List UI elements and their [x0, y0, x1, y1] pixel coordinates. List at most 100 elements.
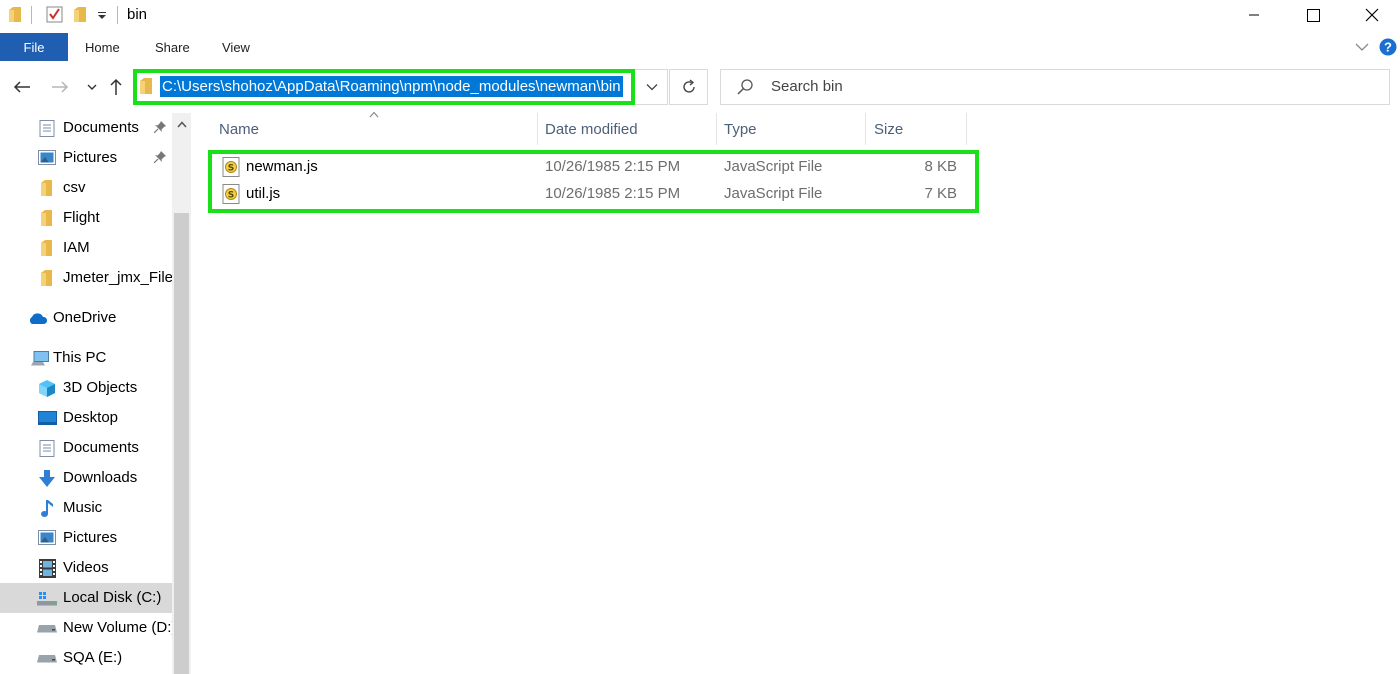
customize-qat-icon[interactable] — [97, 10, 107, 20]
title-bar: bin — [0, 0, 1400, 30]
sidebar-item-local-disk-c[interactable]: Local Disk (C:) — [0, 583, 172, 613]
arrow-left-icon — [13, 81, 30, 93]
local-disk-icon — [37, 592, 57, 606]
address-dropdown-button[interactable] — [636, 69, 668, 105]
arrow-up-icon — [110, 78, 122, 95]
arrow-right-icon — [52, 81, 69, 93]
folder-icon — [9, 7, 21, 22]
sidebar-item-label: Flight — [63, 209, 100, 226]
documents-icon — [39, 120, 55, 137]
sidebar-item-pictures-pc[interactable]: Pictures — [0, 523, 172, 553]
sidebar-item-new-volume-d[interactable]: New Volume (D:) — [0, 613, 172, 643]
ribbon: File Home Share View ? — [0, 33, 1400, 61]
forward-button[interactable] — [48, 75, 72, 99]
sidebar-item-music[interactable]: Music — [0, 493, 172, 523]
sidebar-item-this-pc[interactable]: This PC — [0, 343, 172, 373]
sidebar-item-csv[interactable]: csv — [0, 173, 172, 203]
sidebar-item-label: Desktop — [63, 409, 119, 426]
maximize-button[interactable] — [1290, 0, 1336, 30]
sidebar-item-label: Videos — [63, 559, 109, 576]
scroll-thumb[interactable] — [174, 213, 189, 674]
sidebar-item-label: Downloads — [63, 469, 138, 486]
sidebar-item-label: SQA (E:) — [63, 649, 123, 666]
sidebar-item-label: Jmeter_jmx_Files — [63, 269, 172, 286]
onedrive-icon — [29, 313, 48, 324]
column-header-name[interactable]: Name — [211, 113, 537, 145]
sidebar-item-flight[interactable]: Flight — [0, 203, 172, 233]
folder-icon — [41, 210, 52, 226]
close-button[interactable] — [1349, 0, 1395, 30]
sidebar-item-label: OneDrive — [53, 309, 117, 326]
sidebar-item-documents-pc[interactable]: Documents — [0, 433, 172, 463]
sidebar-item-label: Local Disk (C:) — [63, 589, 162, 606]
videos-icon — [39, 559, 56, 578]
up-button[interactable] — [104, 75, 128, 99]
files-highlight-box — [208, 150, 979, 213]
sidebar-item-label: This PC — [53, 349, 107, 366]
address-highlight-box — [133, 69, 635, 105]
column-divider[interactable] — [966, 113, 967, 145]
scroll-up-button[interactable] — [172, 113, 191, 135]
sidebar-item-onedrive[interactable]: OneDrive — [0, 303, 172, 333]
documents-icon — [39, 440, 55, 457]
sidebar-item-label: Pictures — [63, 529, 118, 546]
chevron-down-icon — [646, 84, 658, 91]
pin-icon — [154, 121, 166, 133]
separator — [31, 6, 32, 24]
sidebar-item-label: New Volume (D:) — [63, 619, 172, 636]
sidebar-item-iam[interactable]: IAM — [0, 233, 172, 263]
sidebar-item-label: Documents — [63, 119, 139, 136]
sidebar-item-label: csv — [63, 179, 86, 196]
folder-icon — [41, 180, 52, 196]
maximize-icon — [1306, 8, 1320, 22]
sidebar-item-label: Documents — [63, 439, 139, 456]
refresh-icon — [682, 79, 695, 93]
3d-objects-icon — [39, 380, 55, 397]
sidebar-item-3d-objects[interactable]: 3D Objects — [0, 373, 172, 403]
sidebar-item-label: Pictures — [63, 149, 118, 166]
folder-icon — [41, 270, 52, 286]
tab-home[interactable]: Home — [85, 40, 120, 55]
back-button[interactable] — [10, 75, 34, 99]
refresh-button[interactable] — [669, 69, 708, 105]
expand-ribbon-icon[interactable] — [1355, 42, 1369, 52]
drive-icon — [37, 655, 57, 663]
separator — [117, 6, 118, 24]
search-placeholder[interactable]: Search bin — [771, 78, 843, 95]
pin-icon — [154, 151, 166, 163]
sidebar-item-documents[interactable]: Documents — [0, 113, 172, 143]
sidebar-item-downloads[interactable]: Downloads — [0, 463, 172, 493]
window-title: bin — [127, 6, 148, 23]
sidebar-item-label: 3D Objects — [63, 379, 138, 396]
chevron-down-icon — [87, 84, 97, 90]
help-icon[interactable]: ? — [1379, 38, 1397, 56]
sidebar-item-desktop[interactable]: Desktop — [0, 403, 172, 433]
minimize-icon — [1249, 14, 1259, 16]
sidebar-item-label: IAM — [63, 239, 90, 256]
properties-icon[interactable] — [46, 6, 63, 23]
recent-locations-button[interactable] — [80, 75, 104, 99]
folder-icon — [41, 240, 52, 256]
computer-icon — [31, 351, 49, 366]
new-folder-icon[interactable] — [74, 7, 86, 22]
minimize-button[interactable] — [1231, 0, 1277, 30]
chevron-up-icon — [176, 120, 187, 127]
column-header-type[interactable]: Type — [717, 113, 865, 145]
column-header-date-modified[interactable]: Date modified — [538, 113, 716, 145]
sidebar-item-videos[interactable]: Videos — [0, 553, 172, 583]
navigation-pane: Documents Pictures csv Flight IAM Jmeter… — [0, 113, 172, 674]
sidebar-item-sqa-e[interactable]: SQA (E:) — [0, 643, 172, 673]
column-header-size[interactable]: Size — [866, 113, 966, 145]
search-icon — [737, 79, 753, 95]
sidebar-item-jmeter-jmx-files[interactable]: Jmeter_jmx_Files — [0, 263, 172, 293]
desktop-icon — [38, 411, 57, 425]
close-icon — [1365, 8, 1379, 22]
sidebar-item-pictures[interactable]: Pictures — [0, 143, 172, 173]
drive-icon — [37, 625, 57, 633]
tab-view[interactable]: View — [222, 40, 250, 55]
sidebar-item-label: Music — [63, 499, 103, 516]
pictures-icon — [38, 150, 56, 165]
downloads-icon — [39, 470, 55, 487]
tab-share[interactable]: Share — [155, 40, 190, 55]
tab-file[interactable]: File — [0, 33, 68, 61]
